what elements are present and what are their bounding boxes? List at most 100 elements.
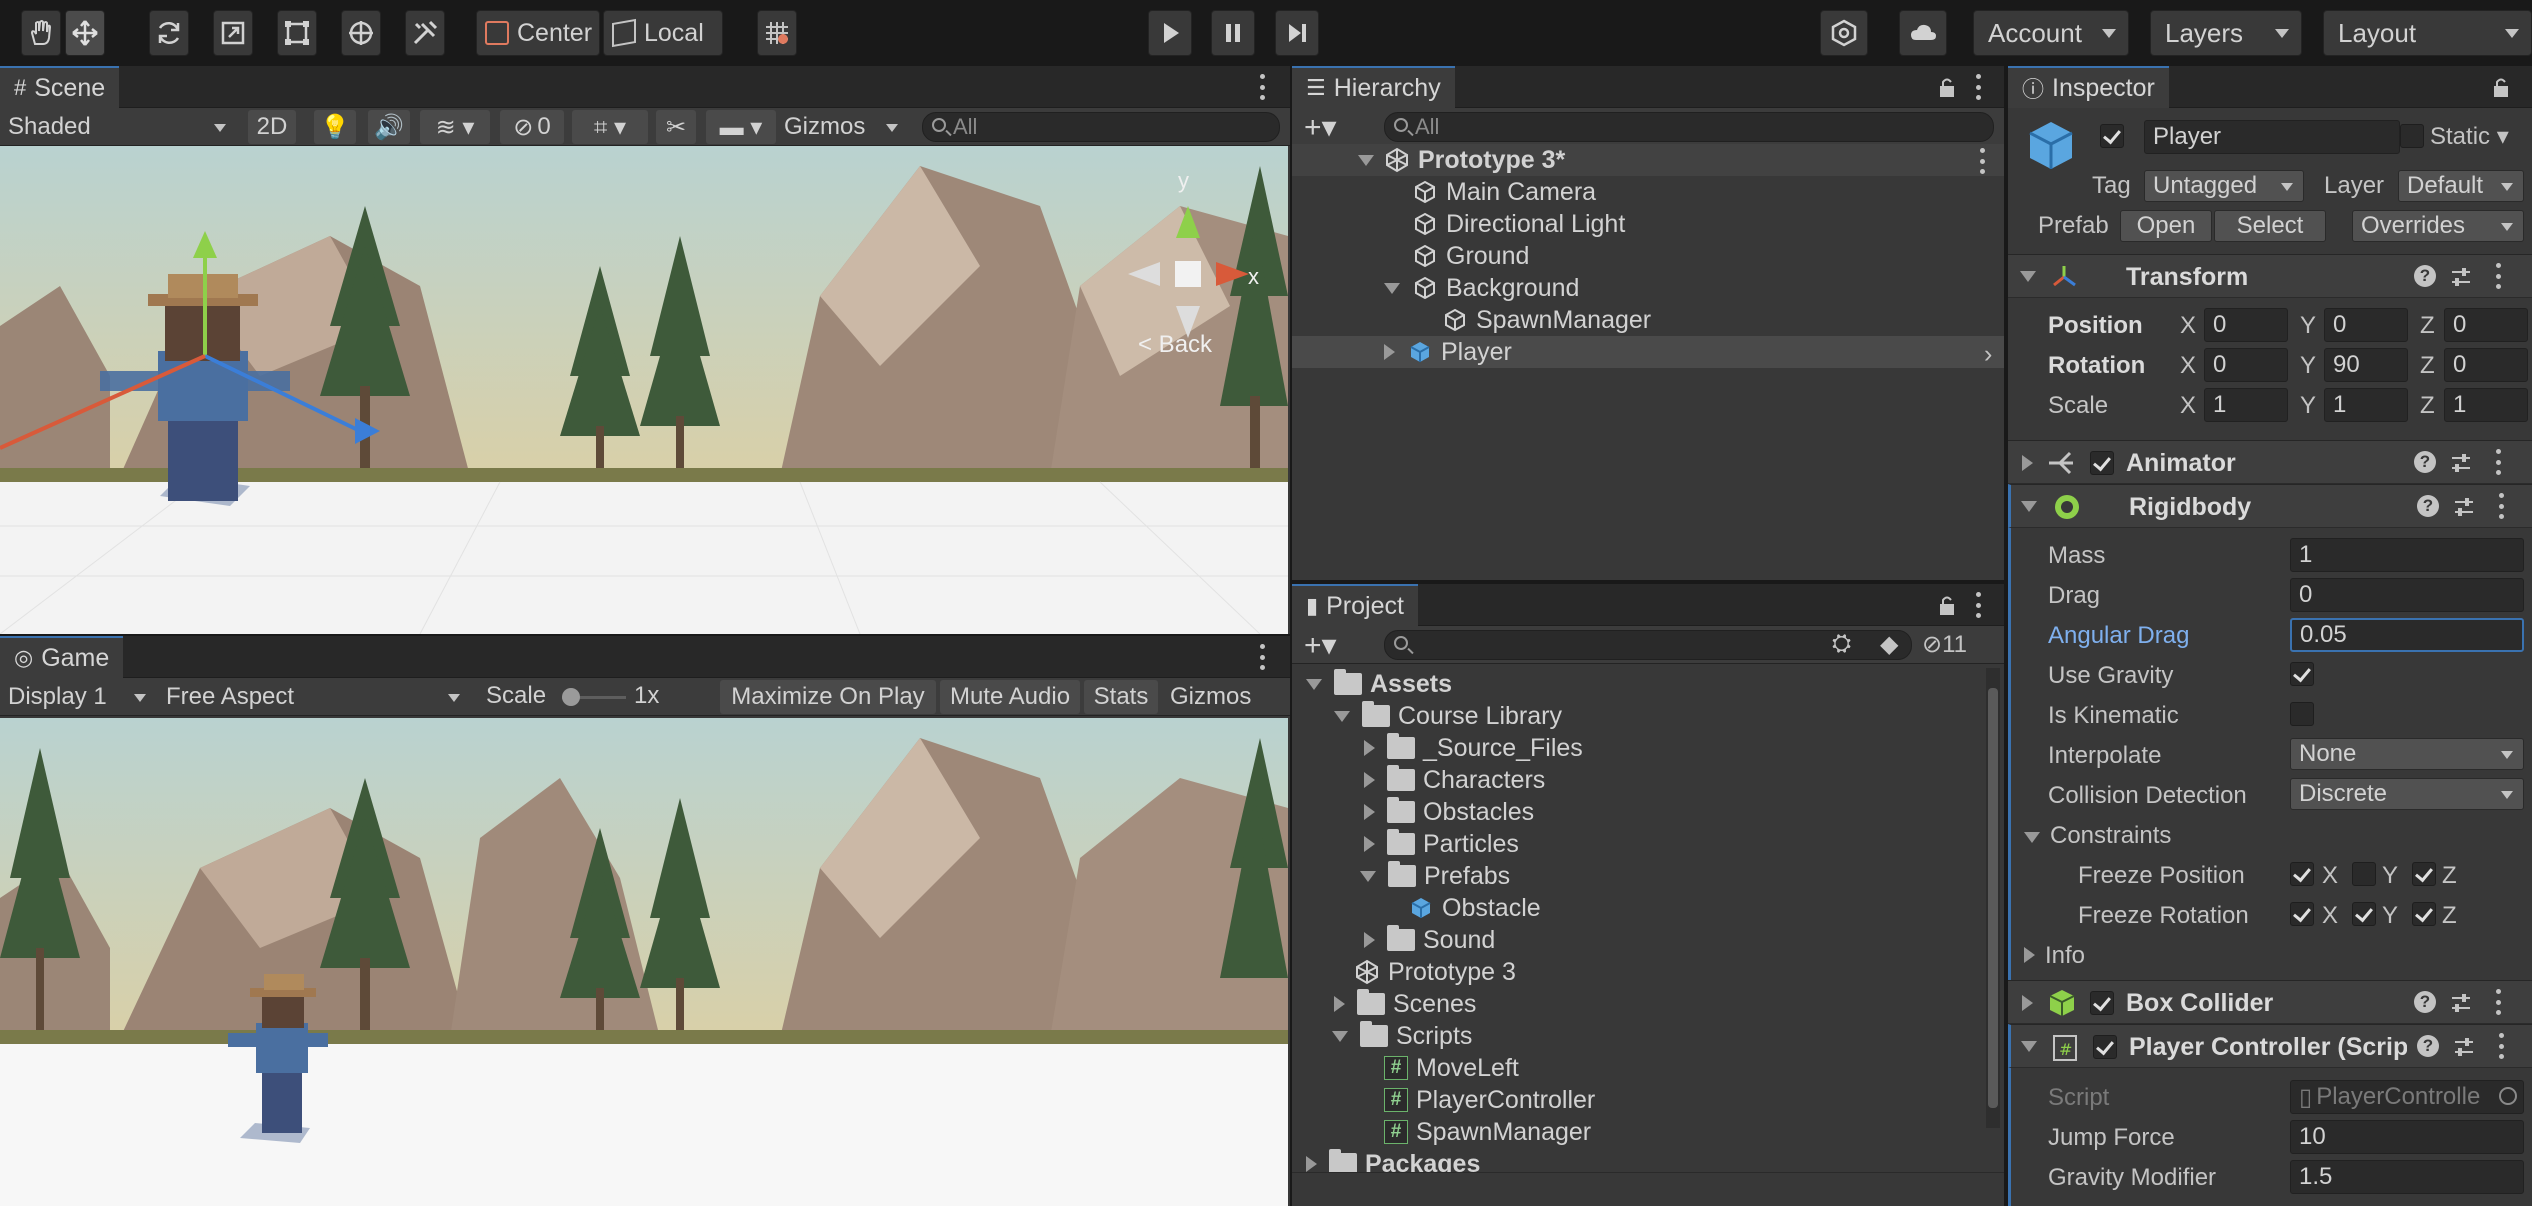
help-icon[interactable]: ? <box>2414 451 2436 473</box>
box-collider-header[interactable]: Box Collider ? <box>2008 980 2532 1024</box>
transform-tool-icon[interactable] <box>341 10 381 56</box>
angular-drag-input[interactable]: 0.05 <box>2290 618 2524 652</box>
hierarchy-item-main-camera[interactable]: Main Camera <box>1292 176 2004 208</box>
rect-tool-icon[interactable] <box>277 10 317 56</box>
transform-header[interactable]: Transform ? <box>2008 254 2532 298</box>
layer-dropdown[interactable]: Default <box>2398 170 2524 202</box>
layers-dropdown[interactable]: Layers <box>2150 10 2302 56</box>
scale-slider-thumb[interactable] <box>562 688 580 706</box>
project-item-source-files[interactable]: _Source_Files <box>1292 732 2004 764</box>
collab-icon[interactable] <box>1820 10 1868 56</box>
tab-project[interactable]: ▮ Project <box>1292 584 1418 626</box>
play-button[interactable] <box>1148 10 1192 56</box>
hierarchy-search-input[interactable]: All <box>1384 112 1994 142</box>
expand-arrow-icon[interactable] <box>2022 995 2033 1011</box>
tab-hierarchy[interactable]: ☰ Hierarchy <box>1292 66 1455 108</box>
mode-2d-button[interactable]: 2D <box>248 110 296 144</box>
object-name-input[interactable]: Player <box>2144 120 2400 154</box>
scale-x-input[interactable]: 1 <box>2204 388 2288 422</box>
chevron-right-icon[interactable]: › <box>1984 340 1992 369</box>
scale-y-input[interactable]: 1 <box>2324 388 2408 422</box>
step-button[interactable] <box>1275 10 1319 56</box>
scale-tool-icon[interactable] <box>213 10 253 56</box>
rotate-tool-icon[interactable] <box>149 10 189 56</box>
project-item-scripts[interactable]: Scripts <box>1292 1020 2004 1052</box>
freeze-rotation-x-checkbox[interactable] <box>2290 902 2314 926</box>
pivot-center-button[interactable]: Center <box>476 10 600 56</box>
effects-icon[interactable]: ≋ ▾ <box>420 110 490 144</box>
animator-enabled-checkbox[interactable] <box>2090 451 2114 475</box>
account-dropdown[interactable]: Account <box>1973 10 2129 56</box>
filter-by-type-icon[interactable]: ⛭ <box>1832 630 1851 658</box>
project-item-particles[interactable]: Particles <box>1292 828 2004 860</box>
tools-icon[interactable]: ✂ <box>656 110 696 144</box>
project-item-obstacle[interactable]: Obstacle <box>1292 892 2004 924</box>
component-menu-icon[interactable] <box>2497 493 2505 519</box>
script-field[interactable]: ▯ PlayerControlle <box>2290 1080 2524 1114</box>
stats-toggle[interactable]: Stats <box>1084 680 1158 714</box>
prefab-select-button[interactable]: Select <box>2214 210 2326 242</box>
pause-button[interactable] <box>1211 10 1255 56</box>
hierarchy-menu-icon[interactable] <box>1974 74 1982 100</box>
freeze-position-x-checkbox[interactable] <box>2290 862 2314 886</box>
grid-snap-icon[interactable] <box>757 10 797 56</box>
interpolate-dropdown[interactable]: None <box>2290 738 2524 770</box>
lock-icon[interactable] <box>1938 594 1956 616</box>
is-kinematic-checkbox[interactable] <box>2290 702 2314 726</box>
constraints-foldout[interactable]: Constraints <box>2024 822 2171 850</box>
presets-icon[interactable] <box>2450 267 2472 287</box>
scene-viewport[interactable]: y x < Back <box>0 146 1288 634</box>
collision-detection-dropdown[interactable]: Discrete <box>2290 778 2524 810</box>
player-controller-enabled-checkbox[interactable] <box>2093 1035 2117 1059</box>
game-menu-icon[interactable] <box>1258 644 1266 670</box>
project-item-prefabs[interactable]: Prefabs <box>1292 860 2004 892</box>
freeze-position-y-checkbox[interactable] <box>2352 862 2376 886</box>
display-dropdown[interactable]: Display 1 <box>0 680 154 714</box>
project-item-moveleft[interactable]: # MoveLeft <box>1292 1052 2004 1084</box>
player-controller-header[interactable]: # Player Controller (Scrip ? <box>2008 1024 2532 1068</box>
position-z-input[interactable]: 0 <box>2444 308 2528 342</box>
help-icon[interactable]: ? <box>2414 265 2436 287</box>
scene-row-menu-icon[interactable] <box>1978 148 1986 174</box>
collapse-arrow-icon[interactable] <box>2021 501 2037 512</box>
prefab-overrides-dropdown[interactable]: Overrides <box>2352 210 2524 242</box>
mute-audio-toggle[interactable]: Mute Audio <box>940 680 1080 714</box>
cloud-icon[interactable] <box>1899 10 1947 56</box>
use-gravity-checkbox[interactable] <box>2290 662 2314 686</box>
space-local-button[interactable]: Local <box>603 10 723 56</box>
aspect-dropdown[interactable]: Free Aspect <box>158 680 468 714</box>
jump-force-input[interactable]: 10 <box>2290 1120 2524 1154</box>
scene-root-row[interactable]: Prototype 3* <box>1292 144 2004 176</box>
component-menu-icon[interactable] <box>2494 263 2502 289</box>
game-viewport[interactable] <box>0 718 1288 1206</box>
help-icon[interactable]: ? <box>2417 1035 2439 1057</box>
component-menu-icon[interactable] <box>2497 1033 2505 1059</box>
layout-dropdown[interactable]: Layout <box>2323 10 2532 56</box>
rigidbody-header[interactable]: Rigidbody ? <box>2008 484 2532 528</box>
animator-header[interactable]: Animator ? <box>2008 440 2532 484</box>
lock-icon[interactable] <box>1938 76 1956 98</box>
presets-icon[interactable] <box>2450 993 2472 1013</box>
expand-arrow-icon[interactable] <box>2022 455 2033 471</box>
freeze-rotation-z-checkbox[interactable] <box>2412 902 2436 926</box>
freeze-rotation-y-checkbox[interactable] <box>2352 902 2376 926</box>
move-tool-icon[interactable] <box>65 10 105 56</box>
tag-dropdown[interactable]: Untagged <box>2144 170 2304 202</box>
static-dropdown[interactable]: Static ▾ <box>2430 122 2509 151</box>
rotation-x-input[interactable]: 0 <box>2204 348 2288 382</box>
freeze-position-z-checkbox[interactable] <box>2412 862 2436 886</box>
gizmos-dropdown[interactable]: Gizmos <box>776 110 906 144</box>
hidden-objects-toggle[interactable]: ⊘ 0 <box>500 110 564 144</box>
camera-icon[interactable]: ▬ ▾ <box>706 110 776 144</box>
presets-icon[interactable] <box>2450 453 2472 473</box>
hand-tool-icon[interactable] <box>21 10 61 56</box>
help-icon[interactable]: ? <box>2417 495 2439 517</box>
drag-input[interactable]: 0 <box>2290 578 2524 612</box>
mass-input[interactable]: 1 <box>2290 538 2524 572</box>
view-back-label[interactable]: < Back <box>1138 331 1212 359</box>
collapse-arrow-icon[interactable] <box>2021 1041 2037 1052</box>
project-item-course-library[interactable]: Course Library <box>1292 700 2004 732</box>
add-object-button[interactable]: +▾ <box>1304 110 1337 145</box>
hierarchy-item-player[interactable]: Player › <box>1292 336 2004 368</box>
project-item-assets[interactable]: Assets <box>1292 668 2004 700</box>
